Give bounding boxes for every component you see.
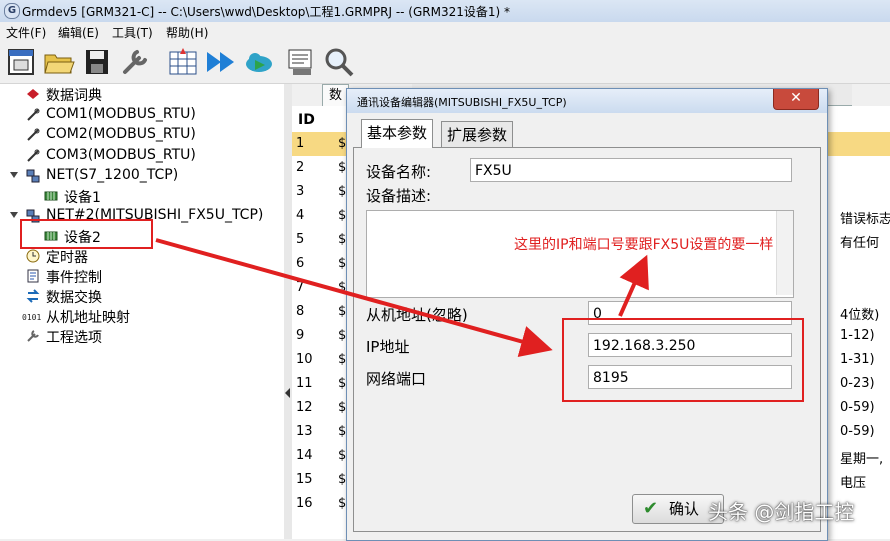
title-bar: G Grmdev5 [GRM321-C] -- C:\Users\wwd\Des… xyxy=(0,0,890,23)
event-icon xyxy=(27,269,39,283)
wrench-icon[interactable] xyxy=(119,46,151,78)
menu-file[interactable]: 文件(F) xyxy=(6,24,46,41)
toolbar xyxy=(0,41,890,84)
menu-tools[interactable]: 工具(T) xyxy=(112,24,153,41)
grid-tab-data[interactable]: 数 xyxy=(322,84,350,106)
device-name-field[interactable]: FX5U xyxy=(470,158,792,182)
binary-icon: 0101 xyxy=(22,313,41,322)
new-project-icon[interactable] xyxy=(5,46,37,78)
row-id: 10 xyxy=(296,352,313,367)
row-id: 11 xyxy=(296,376,313,391)
device-desc-label: 设备描述: xyxy=(366,187,432,205)
device-icon xyxy=(44,191,58,201)
network-port-label: 网络端口 xyxy=(366,370,427,388)
row-id: 5 xyxy=(296,232,305,247)
monitor-icon[interactable] xyxy=(285,46,317,78)
exchange-icon xyxy=(26,289,40,303)
project-tree: 数据词典 COM1(MODBUS_RTU) COM2(MODBUS_RTU) C… xyxy=(0,84,285,539)
app-icon: G xyxy=(4,3,20,19)
row-id: 12 xyxy=(296,400,313,415)
row-description-cell: 0-23) xyxy=(840,376,875,391)
serial-port-icon xyxy=(27,108,40,121)
row-id: 14 xyxy=(296,448,313,463)
grid-config-icon[interactable] xyxy=(167,46,199,78)
annotation-note: 这里的IP和端口号要跟FX5U设置的要一样 xyxy=(514,237,774,253)
row-id: 3 xyxy=(296,184,305,199)
row-id: 1 xyxy=(296,136,305,151)
column-header-id: ID xyxy=(298,112,315,128)
device-desc-field[interactable] xyxy=(366,210,794,298)
watermark: 头条 @剑指工控 xyxy=(708,500,855,524)
row-description-cell: 0-59) xyxy=(840,400,875,415)
cloud-sync-icon[interactable] xyxy=(243,46,275,78)
expand-arrow-icon[interactable] xyxy=(10,212,18,218)
window-title: Grmdev5 [GRM321-C] -- C:\Users\wwd\Deskt… xyxy=(22,5,510,19)
save-icon[interactable] xyxy=(81,46,113,78)
book-icon xyxy=(27,89,39,99)
tab-basic-params[interactable]: 基本参数 xyxy=(361,119,434,148)
menu-help[interactable]: 帮助(H) xyxy=(166,24,208,41)
fast-forward-icon[interactable] xyxy=(205,46,237,78)
row-id: 4 xyxy=(296,208,305,223)
ip-address-label: IP地址 xyxy=(366,338,410,356)
open-folder-icon[interactable] xyxy=(43,46,75,78)
row-description-cell: 0-59) xyxy=(840,424,875,439)
clock-icon xyxy=(26,249,40,263)
device-editor-dialog: 通讯设备编辑器(MITSUBISHI_FX5U_TCP) ✕ 基本参数 扩展参数… xyxy=(346,88,828,541)
network-icon xyxy=(26,169,40,183)
svg-text:0101: 0101 xyxy=(22,313,41,322)
row-id: 16 xyxy=(296,496,313,511)
device-name-label: 设备名称: xyxy=(366,163,432,181)
dialog-title-bar: 通讯设备编辑器(MITSUBISHI_FX5U_TCP) xyxy=(347,89,827,113)
search-icon[interactable] xyxy=(323,46,355,78)
row-id: 2 xyxy=(296,160,305,175)
highlight-box-device2 xyxy=(20,219,153,249)
menu-edit[interactable]: 编辑(E) xyxy=(58,24,99,41)
expand-arrow-icon[interactable] xyxy=(10,172,18,178)
row-id: 15 xyxy=(296,472,313,487)
tools-icon xyxy=(27,330,39,342)
serial-port-icon xyxy=(27,149,40,162)
slave-address-label: 从机地址(忽略) xyxy=(366,306,468,324)
row-id: 6 xyxy=(296,256,305,271)
row-description-cell: 错误标志 xyxy=(840,212,890,227)
tab-extended-params[interactable]: 扩展参数 xyxy=(441,121,514,148)
row-description-cell: 电压 xyxy=(840,476,867,491)
row-id: 8 xyxy=(296,304,305,319)
serial-port-icon xyxy=(27,128,40,141)
checkmark-icon: ✔ xyxy=(643,498,659,519)
close-icon[interactable]: ✕ xyxy=(773,89,819,110)
collapse-arrow-icon[interactable] xyxy=(285,388,291,398)
row-description-cell: 1-31) xyxy=(840,352,875,367)
row-description-cell: 星期一, xyxy=(840,452,884,467)
desc-scrollbar[interactable] xyxy=(776,211,793,295)
highlight-box-ip-port xyxy=(562,318,804,402)
menu-bar: 文件(F) 编辑(E) 工具(T) 帮助(H) xyxy=(0,22,890,41)
row-id: 13 xyxy=(296,424,313,439)
row-id: 9 xyxy=(296,328,305,343)
dialog-title: 通讯设备编辑器(MITSUBISHI_FX5U_TCP) xyxy=(357,96,567,109)
row-description-cell: 有任何 xyxy=(840,236,880,251)
row-id: 7 xyxy=(296,280,305,295)
row-description-cell: 1-12) xyxy=(840,328,875,343)
row-description-cell: 4位数) xyxy=(840,308,880,323)
